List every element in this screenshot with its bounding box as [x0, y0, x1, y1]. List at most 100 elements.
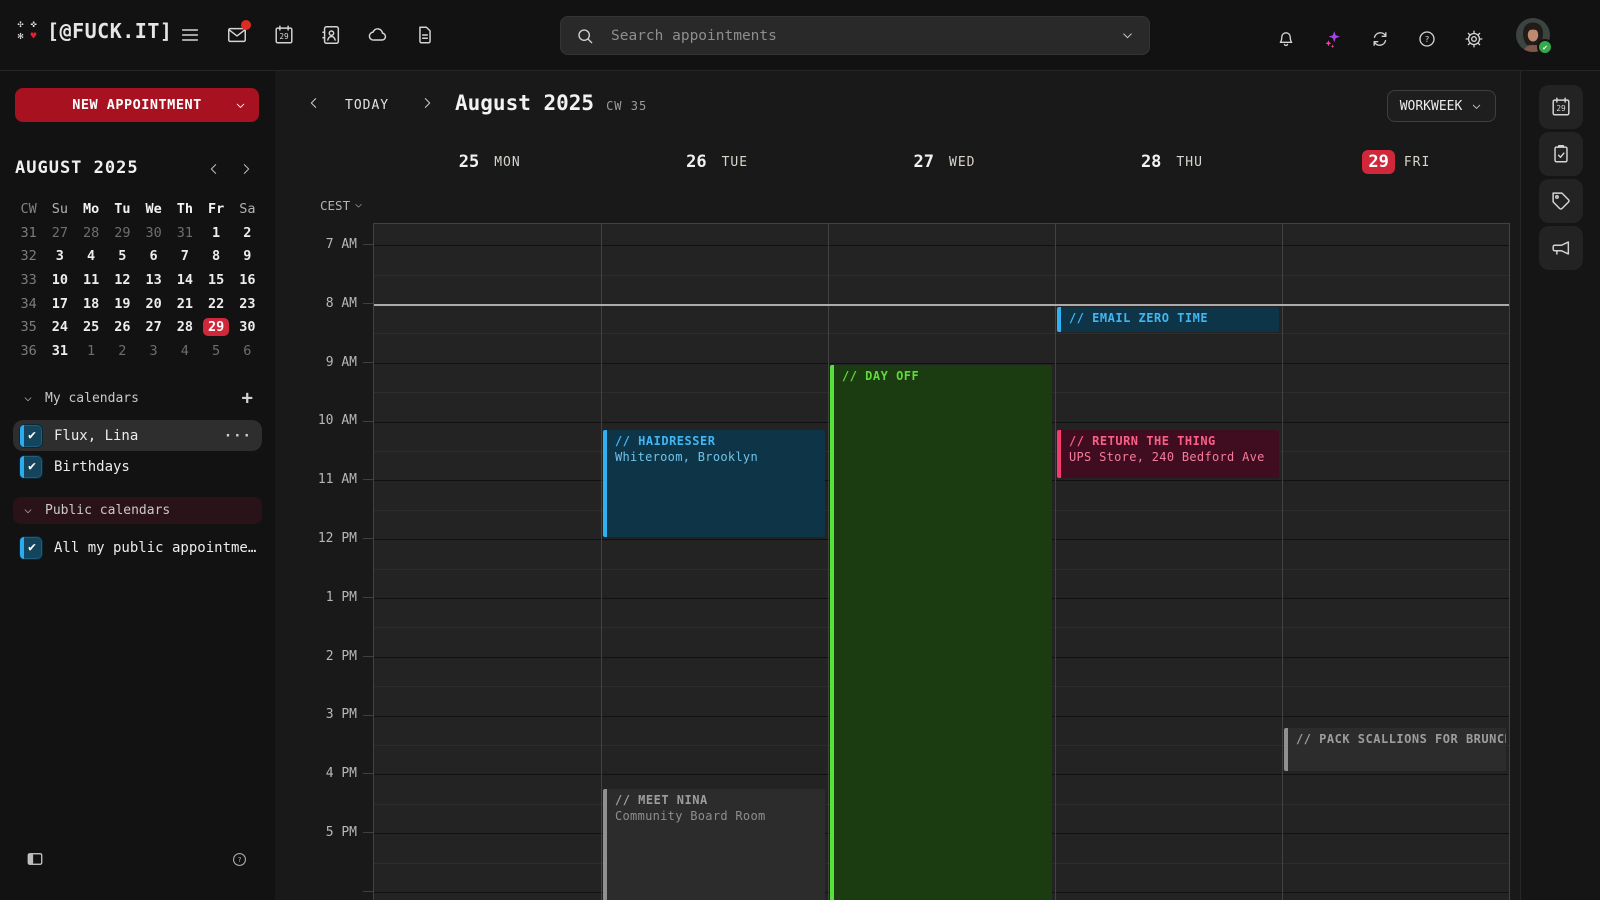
mini-calendar-day[interactable]: 22 [201, 292, 232, 316]
mini-calendar-day[interactable]: 1 [76, 339, 107, 363]
rail-tags-icon[interactable] [1539, 179, 1583, 223]
calendar-icon[interactable]: 29 [273, 24, 295, 46]
calendar-options-button[interactable]: ··· [224, 428, 256, 444]
mini-calendar-day[interactable]: 15 [201, 268, 232, 292]
mini-calendar-day[interactable]: 19 [107, 292, 138, 316]
event[interactable]: // MEET NINACommunity Board Room [603, 789, 825, 900]
mini-calendar-day[interactable]: 29 [201, 315, 232, 339]
app-logo[interactable]: ✣✜✻♥ [@FUCK.IT] [14, 19, 172, 43]
mini-calendar-day[interactable]: 13 [138, 268, 169, 292]
documents-icon[interactable] [414, 24, 436, 46]
mini-calendar-day[interactable]: 20 [138, 292, 169, 316]
user-avatar[interactable]: ✔ [1516, 18, 1550, 52]
hour-tick [363, 421, 373, 422]
notifications-bell-icon[interactable] [1276, 29, 1296, 49]
mini-calendar-day[interactable]: 21 [169, 292, 200, 316]
mini-calendar-day[interactable]: 8 [201, 244, 232, 268]
new-appointment-button[interactable]: NEW APPOINTMENT [15, 88, 259, 122]
mini-calendar-day[interactable]: 31 [44, 339, 75, 363]
hour-label: 4 PM [326, 766, 357, 782]
event[interactable]: // HAIDRESSERWhiteroom, Brooklyn [603, 430, 825, 537]
mini-calendar-day[interactable]: 29 [107, 221, 138, 245]
collapse-sidebar-icon[interactable] [26, 850, 44, 868]
mini-calendar-day[interactable]: 17 [44, 292, 75, 316]
menu-icon[interactable] [179, 24, 201, 46]
column-divider [828, 224, 829, 900]
week-grid[interactable]: // HAIDRESSERWhiteroom, Brooklyn // MEET … [373, 223, 1510, 900]
assistant-sparkles-icon[interactable] [1323, 29, 1343, 49]
mini-calendar-day[interactable]: 30 [138, 221, 169, 245]
event[interactable]: // EMAIL ZERO TIME [1057, 307, 1279, 332]
view-selector[interactable]: WORKWEEK [1387, 90, 1496, 122]
mini-calendar-day[interactable]: 14 [169, 268, 200, 292]
day-header[interactable]: 26TUE [600, 140, 827, 184]
next-week-icon[interactable] [419, 95, 435, 111]
mini-calendar-next-icon[interactable] [238, 160, 256, 178]
day-header[interactable]: 25MON [373, 140, 600, 184]
calendar-list-item[interactable]: ✔All my public appointme… [13, 532, 262, 563]
mini-calendar-day[interactable]: 9 [232, 244, 263, 268]
calendar-list-item[interactable]: ✔Birthdays [13, 451, 262, 482]
search-options-chevron-icon[interactable] [1120, 28, 1135, 43]
mini-calendar-day[interactable]: 5 [201, 339, 232, 363]
contacts-icon[interactable] [320, 24, 342, 46]
mini-calendar-day[interactable]: 24 [44, 315, 75, 339]
event[interactable]: // DAY OFF [830, 365, 1052, 900]
mini-calendar-day[interactable]: 6 [138, 244, 169, 268]
mini-calendar-day[interactable]: 3 [138, 339, 169, 363]
mini-calendar-day[interactable]: 2 [107, 339, 138, 363]
mini-calendar-day[interactable]: 28 [169, 315, 200, 339]
hour-tick [363, 244, 373, 245]
sync-icon[interactable] [1370, 29, 1390, 49]
mini-calendar-day[interactable]: 28 [76, 221, 107, 245]
rail-mini-calendar-icon[interactable]: 29 [1539, 85, 1583, 129]
sidebar-help-icon[interactable]: ? [231, 850, 249, 868]
settings-gear-icon[interactable] [1464, 29, 1484, 49]
mini-calendar-day[interactable]: 16 [232, 268, 263, 292]
calendar-checkbox[interactable]: ✔ [19, 536, 43, 560]
event[interactable]: // PACK SCALLIONS FOR BRUNCH [1284, 728, 1506, 771]
rail-announcements-icon[interactable] [1539, 226, 1583, 270]
mini-calendar-day[interactable]: 30 [232, 315, 263, 339]
mini-calendar-day[interactable]: 6 [232, 339, 263, 363]
calendar-checkbox[interactable]: ✔ [19, 424, 43, 448]
mini-calendar-day[interactable]: 18 [76, 292, 107, 316]
cloud-drive-icon[interactable] [367, 24, 389, 46]
help-icon[interactable]: ? [1417, 29, 1437, 49]
mini-calendar-day[interactable]: 10 [44, 268, 75, 292]
new-appointment-chevron-icon[interactable] [234, 99, 247, 112]
calendar-section-label: Public calendars [45, 503, 170, 518]
mini-calendar-day[interactable]: 11 [76, 268, 107, 292]
mini-calendar-day[interactable]: 7 [169, 244, 200, 268]
search-input[interactable] [611, 28, 1104, 44]
mini-calendar-day[interactable]: 12 [107, 268, 138, 292]
mini-calendar-day[interactable]: 25 [76, 315, 107, 339]
mini-calendar-prev-icon[interactable] [206, 160, 224, 178]
mini-calendar-day[interactable]: 4 [169, 339, 200, 363]
calendar-checkbox[interactable]: ✔ [19, 455, 43, 479]
mini-calendar-day[interactable]: 4 [76, 244, 107, 268]
calendar-section-header[interactable]: Public calendars [13, 497, 262, 524]
mini-calendar-day[interactable]: 3 [44, 244, 75, 268]
event-title: // MEET NINA [615, 793, 817, 807]
mini-calendar-day[interactable]: 1 [201, 221, 232, 245]
calendar-list-item[interactable]: ✔Flux, Lina··· [13, 420, 262, 451]
mini-calendar-day[interactable]: 26 [107, 315, 138, 339]
calendar-section-header[interactable]: My calendars+ [13, 385, 262, 412]
event[interactable]: // RETURN THE THINGUPS Store, 240 Bedfor… [1057, 430, 1279, 478]
search-bar[interactable] [560, 16, 1150, 55]
rail-tasks-icon[interactable] [1539, 132, 1583, 176]
mini-calendar-day[interactable]: 23 [232, 292, 263, 316]
mini-calendar-day[interactable]: 5 [107, 244, 138, 268]
mini-calendar-grid: CWSuMoTuWeThFrSa312728293031123234567893… [13, 197, 263, 363]
mail-icon[interactable] [226, 24, 248, 46]
column-divider [601, 224, 602, 900]
mini-calendar-day[interactable]: 27 [44, 221, 75, 245]
mini-calendar-day[interactable]: 2 [232, 221, 263, 245]
add-calendar-button[interactable]: + [242, 389, 253, 408]
mini-calendar-day[interactable]: 31 [169, 221, 200, 245]
day-header[interactable]: 29FRI [1283, 140, 1510, 184]
mini-calendar-day[interactable]: 27 [138, 315, 169, 339]
day-header[interactable]: 27WED [828, 140, 1055, 184]
day-header[interactable]: 28THU [1055, 140, 1282, 184]
